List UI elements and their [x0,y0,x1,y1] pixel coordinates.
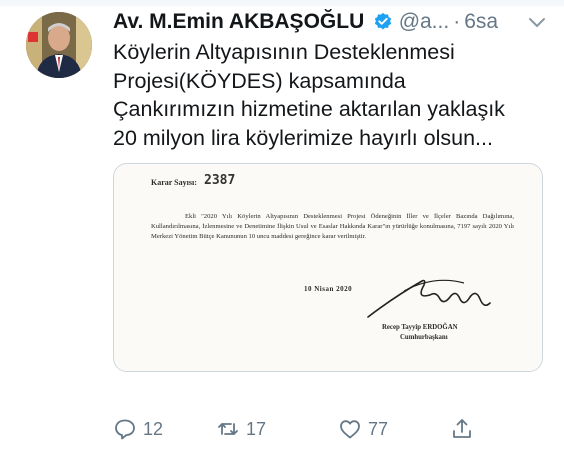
avatar[interactable] [26,12,92,78]
like-button[interactable]: 77 [338,414,388,444]
decree-number: 2387 [204,173,236,188]
reply-button[interactable]: 12 [113,414,163,444]
signer-name: Recep Tayyip ERDOĞAN [382,324,458,331]
tweet-image[interactable]: Karar Sayısı: 2387 Ekli "2020 Yılı Köyle… [113,163,543,372]
author-handle[interactable]: @a... [399,10,450,33]
decree-number-label: Karar Sayısı: [151,178,197,187]
reply-icon [115,419,135,440]
share-icon [453,419,471,438]
top-edge [0,0,564,6]
tweet-time[interactable]: 6sa [464,10,498,33]
share-button[interactable] [450,414,480,444]
separator-dot: · [453,10,461,33]
like-count: 77 [368,418,389,439]
retweet-icon [218,423,238,435]
action-bar: 12 17 77 [113,414,553,444]
signer-title: Cumhurbaşkanı [400,334,448,341]
decree-body: Ekli "2020 Yılı Köylerin Altyapısının De… [151,213,514,240]
author-name[interactable]: Av. M.Emin AKBAŞOĞLU [113,10,364,33]
retweet-button[interactable]: 17 [216,414,266,444]
retweet-count: 17 [246,418,267,439]
chevron-down-icon[interactable] [528,16,546,30]
tweet-text: Köylerin Altyapısının Desteklenmesi Proj… [113,40,505,150]
decree-document: Karar Sayısı: 2387 Ekli "2020 Yılı Köyle… [114,164,542,371]
verified-badge-icon [373,12,393,32]
tweet-header: Av. M.Emin AKBAŞOĞLU @a... · 6sa [113,10,552,40]
signature [367,279,491,318]
like-icon [340,420,360,439]
decree-date: 10 Nisan 2020 [304,285,353,293]
reply-count: 12 [143,418,164,439]
